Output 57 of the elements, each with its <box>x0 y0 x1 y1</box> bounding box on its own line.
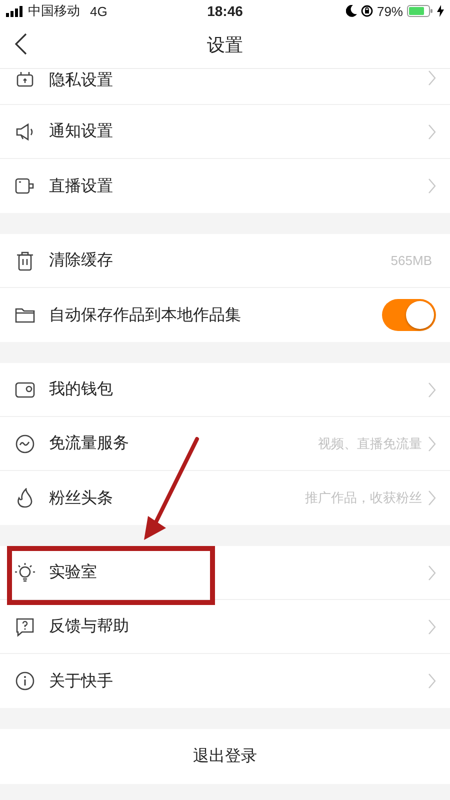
settings-row[interactable]: 实验室 <box>0 546 450 600</box>
row-label: 通知设置 <box>49 122 113 142</box>
battery-icon <box>407 5 433 17</box>
chevron-icon <box>428 618 436 634</box>
wallet-icon <box>15 382 35 398</box>
row-label: 我的钱包 <box>49 380 113 400</box>
chevron-icon <box>428 70 436 86</box>
signal-icon <box>6 6 24 16</box>
row-label: 反馈与帮助 <box>49 616 129 637</box>
carrier-name: 中国移动 <box>28 2 80 20</box>
lock-icon <box>16 70 34 88</box>
folder-icon <box>15 307 35 323</box>
chevron-icon <box>428 673 436 689</box>
settings-row[interactable]: 清除缓存 565MB <box>0 234 450 288</box>
flame-icon <box>16 488 34 508</box>
chevron-icon <box>428 490 436 506</box>
charging-icon <box>437 5 444 17</box>
rotation-lock-icon <box>360 5 373 17</box>
wave-circle-icon <box>15 434 35 454</box>
row-label: 自动保存作品到本地作品集 <box>49 306 241 326</box>
row-value: 565MB <box>390 253 432 268</box>
row-label: 关于快手 <box>49 672 113 692</box>
settings-row[interactable]: 粉丝头条 推广作品，收获粉丝 <box>0 471 450 525</box>
toggle-switch[interactable] <box>382 299 436 331</box>
status-time: 18:46 <box>207 3 243 19</box>
settings-row[interactable]: 直播设置 <box>0 159 450 213</box>
network-type: 4G <box>90 4 108 18</box>
row-value: 视频、直播免流量 <box>318 434 422 452</box>
page-title: 设置 <box>207 34 243 57</box>
chevron-icon <box>428 382 436 398</box>
video-camera-icon <box>15 178 35 194</box>
chevron-icon <box>428 178 436 194</box>
logout-button[interactable]: 退出登录 <box>0 729 450 784</box>
chevron-icon <box>428 436 436 452</box>
row-label: 免流量服务 <box>49 434 129 454</box>
battery-percent: 79% <box>376 4 403 18</box>
speaker-icon <box>15 122 35 140</box>
info-icon <box>15 671 35 691</box>
settings-row[interactable]: 隐私设置 <box>0 69 450 105</box>
chevron-icon <box>428 564 436 580</box>
settings-row[interactable]: 免流量服务 视频、直播免流量 <box>0 417 450 471</box>
chevron-icon <box>428 124 436 140</box>
row-label: 实验室 <box>49 562 97 583</box>
row-label: 清除缓存 <box>49 250 113 271</box>
settings-row[interactable]: 我的钱包 <box>0 363 450 417</box>
light-bulb-icon <box>14 562 36 584</box>
settings-row[interactable]: 通知设置 <box>0 105 450 159</box>
settings-row[interactable]: 关于快手 <box>0 654 450 708</box>
trash-icon <box>16 250 34 270</box>
settings-row[interactable]: 反馈与帮助 <box>0 600 450 654</box>
row-value: 推广作品，收获粉丝 <box>305 489 422 507</box>
moon-icon <box>346 5 357 17</box>
row-label: 直播设置 <box>49 176 113 196</box>
question-bubble-icon <box>15 616 35 636</box>
row-label: 粉丝头条 <box>49 488 113 508</box>
settings-row[interactable]: 自动保存作品到本地作品集 <box>0 288 450 342</box>
row-label: 隐私设置 <box>49 71 113 91</box>
